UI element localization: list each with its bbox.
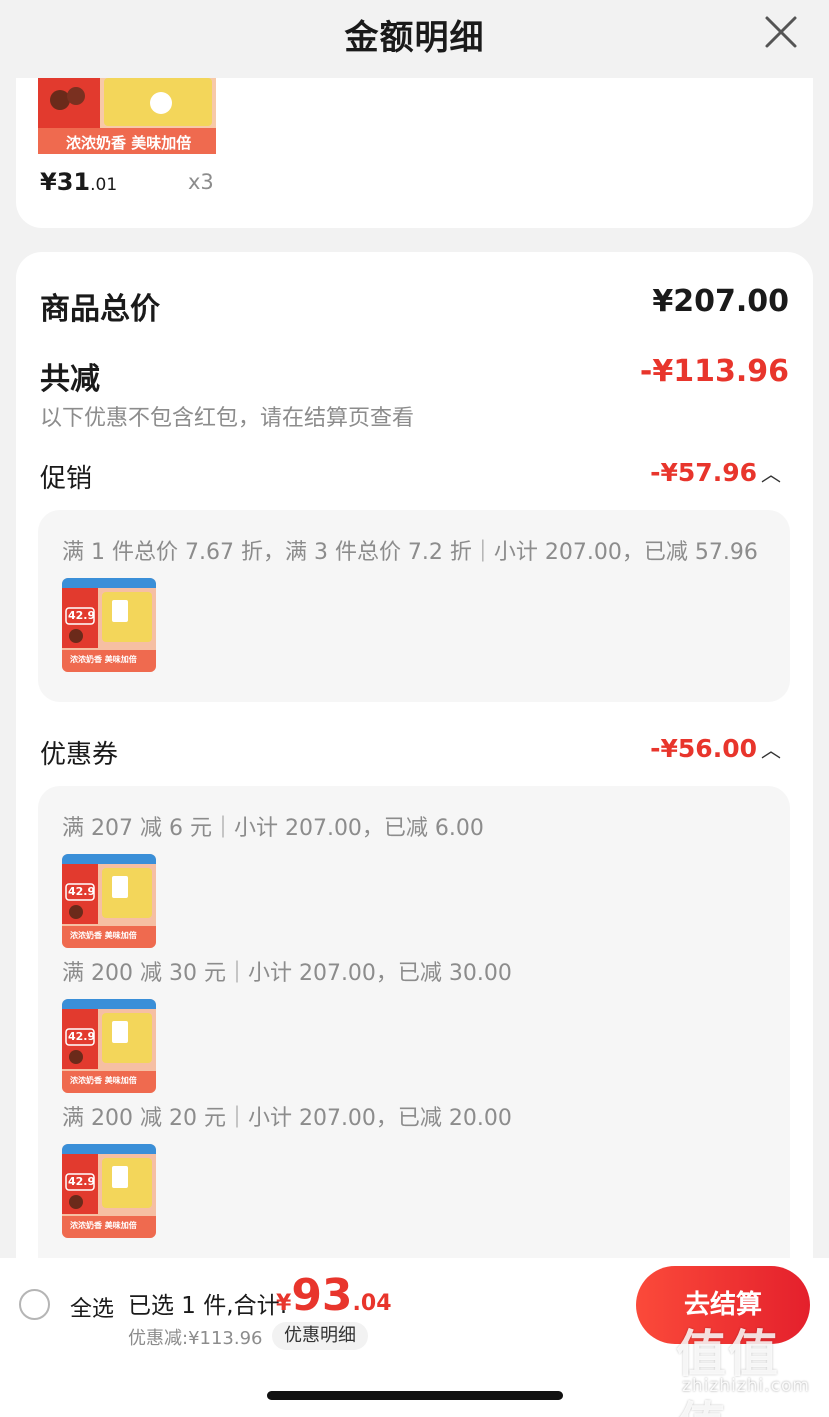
promo-detail-text: 满 1 件总价 7.67 折，满 3 件总价 7.2 折｜小计 207.00，已… [62, 540, 758, 565]
discount-summary: 优惠减:¥113.96 [128, 1328, 263, 1349]
home-indicator[interactable] [267, 1391, 563, 1400]
product-quantity: x3 [188, 170, 214, 194]
reduce-label: 共减 [40, 362, 100, 397]
coupon-header[interactable]: 优惠券 -¥56.00 ︿ [40, 734, 789, 770]
thumb-price-tag: 42.9 [68, 609, 96, 622]
summary-card: 商品总价 ¥207.00 共减 -¥113.96 以下优惠不包含红包，请在结算页… [16, 252, 813, 1286]
thumb-price-tag: 42.9 [68, 885, 96, 898]
watermark-url: zhizhizhi.com [682, 1376, 810, 1396]
reduce-row: 共减 -¥113.96 [40, 354, 789, 397]
close-icon[interactable] [763, 14, 799, 50]
coupon-value-wrap: -¥56.00 ︿ [650, 734, 781, 763]
product-price: ¥31.01 [40, 168, 117, 196]
coupon-item-text: 满 200 减 20 元｜小计 207.00，已减 20.00 [62, 1106, 512, 1131]
reduce-note: 以下优惠不包含红包，请在结算页查看 [40, 406, 415, 431]
product-price-dec: .01 [90, 175, 118, 195]
product-banner-text: 浓浓奶香 美味加倍 [66, 134, 192, 152]
coupon-detail-box: 满 207 减 6 元｜小计 207.00，已减 6.00 42.9 浓浓奶香 … [38, 786, 790, 1286]
thumb-price-tag: 42.9 [68, 1175, 96, 1188]
total-row: 商品总价 ¥207.00 [40, 284, 789, 327]
coupon-product-thumb[interactable]: 42.9 浓浓奶香 美味加倍 [62, 1144, 156, 1238]
promo-label: 促销 [40, 464, 93, 494]
coupon-item-text: 满 207 减 6 元｜小计 207.00，已减 6.00 [62, 816, 484, 841]
select-all-radio[interactable] [19, 1289, 50, 1320]
caret-up-icon[interactable]: ︿ [761, 738, 781, 762]
selected-count: 已选 1 件,合计: [128, 1293, 288, 1319]
page-title: 金额明细 [344, 18, 485, 58]
total-label: 商品总价 [40, 292, 160, 327]
coupon-label: 优惠券 [40, 740, 119, 770]
coupon-value: -¥56.00 [650, 734, 757, 763]
coupon-item-text: 满 200 减 30 元｜小计 207.00，已减 30.00 [62, 961, 512, 986]
watermark-logo: 值值值 [676, 1325, 780, 1417]
product-card: 浓浓奶香 美味加倍 ¥31.01 x3 [16, 78, 813, 228]
total-int: 93 [291, 1270, 353, 1321]
select-all-label[interactable]: 全选 [70, 1291, 114, 1323]
checkout-bar: 全选 已选 1 件,合计: ¥93.04 优惠减:¥113.96 优惠明细 去结… [0, 1258, 829, 1417]
total-amount: ¥93.04 [276, 1270, 392, 1321]
thumb-banner-text: 浓浓奶香 美味加倍 [70, 655, 137, 664]
discount-detail-button[interactable]: 优惠明细 [272, 1322, 368, 1350]
total-dec: .04 [352, 1291, 392, 1316]
product-price-int: ¥31 [40, 168, 91, 196]
caret-up-icon[interactable]: ︿ [761, 462, 781, 486]
product-image[interactable]: 浓浓奶香 美味加倍 [38, 78, 216, 154]
promo-detail-box: 满 1 件总价 7.67 折，满 3 件总价 7.2 折｜小计 207.00，已… [38, 510, 790, 702]
thumb-banner-text: 浓浓奶香 美味加倍 [70, 1221, 137, 1230]
header: 金额明细 [0, 0, 829, 78]
thumb-price-tag: 42.9 [68, 1030, 96, 1043]
reduce-value: -¥113.96 [639, 354, 789, 389]
total-value: ¥207.00 [652, 284, 789, 319]
coupon-product-thumb[interactable]: 42.9 浓浓奶香 美味加倍 [62, 999, 156, 1093]
promo-value-wrap: -¥57.96 ︿ [650, 458, 781, 487]
thumb-banner-text: 浓浓奶香 美味加倍 [70, 1076, 137, 1085]
promo-header[interactable]: 促销 -¥57.96 ︿ [40, 458, 789, 494]
promo-product-thumb[interactable]: 42.9 浓浓奶香 美味加倍 [62, 578, 156, 672]
thumb-banner-text: 浓浓奶香 美味加倍 [70, 931, 137, 940]
coupon-product-thumb[interactable]: 42.9 浓浓奶香 美味加倍 [62, 854, 156, 948]
total-currency: ¥ [276, 1291, 292, 1316]
promo-value: -¥57.96 [650, 458, 757, 487]
